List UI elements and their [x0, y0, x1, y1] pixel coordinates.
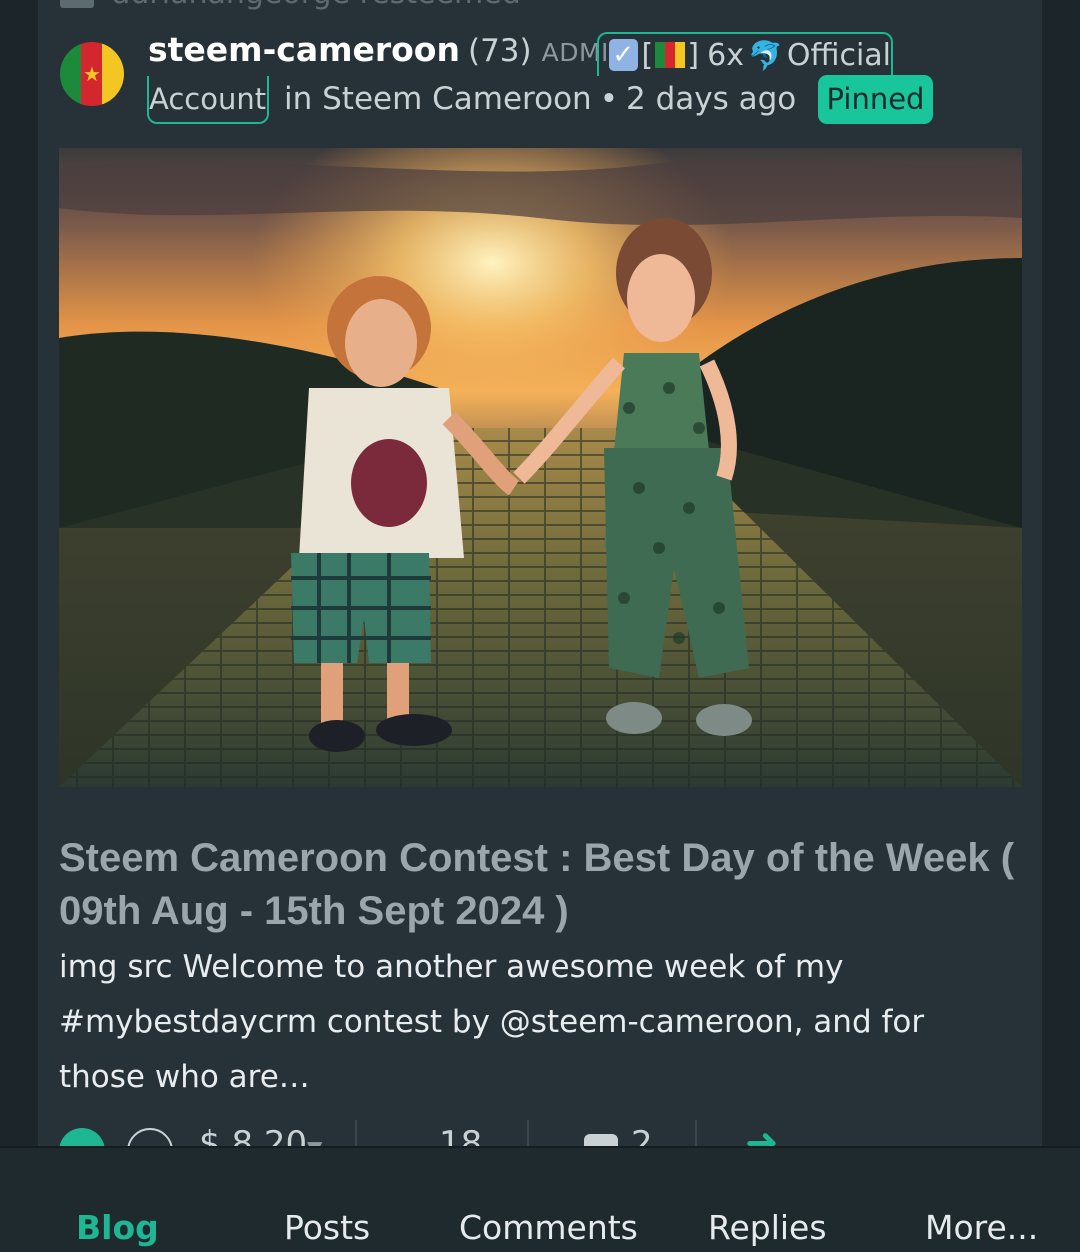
post-time[interactable]: 2 days ago: [626, 81, 796, 117]
post-meta: in Steem Cameroon • 2 days ago: [284, 76, 796, 122]
reblog-icon: [60, 0, 94, 8]
author-line: steem-cameroon (73) ADMIN: [148, 30, 628, 76]
badge-bracket-close: ]: [687, 37, 700, 73]
community-link[interactable]: in Steem Cameroon: [284, 81, 592, 117]
tab-blog[interactable]: Blog: [76, 1206, 159, 1250]
flag-star-icon: ★: [83, 62, 101, 86]
right-gutter: [1042, 0, 1080, 1252]
badge-account: Account: [149, 82, 267, 116]
children-sunset-image: [59, 148, 1022, 787]
post-title[interactable]: Steem Cameroon Contest : Best Day of the…: [59, 832, 1034, 938]
cameroon-flag-icon: [655, 42, 686, 68]
author-title-badge-continued: Account: [147, 76, 269, 124]
profile-tab-bar: Blog Posts Comments Replies More...: [0, 1146, 1080, 1252]
pinned-badge: Pinned: [818, 75, 933, 124]
left-gutter: [0, 0, 38, 1252]
author-title-badge: ✓ [ ] 6x 🐬 Official: [597, 32, 893, 76]
badge-count: 6x: [707, 37, 744, 73]
badge-official: Official: [786, 37, 891, 73]
author-avatar[interactable]: ★: [60, 42, 124, 106]
meta-separator: •: [599, 81, 618, 117]
tab-more[interactable]: More...: [925, 1206, 1038, 1250]
check-icon: ✓: [609, 39, 638, 71]
post-thumbnail[interactable]: [59, 148, 1022, 787]
author-name[interactable]: steem-cameroon: [148, 30, 460, 69]
tab-posts[interactable]: Posts: [284, 1206, 370, 1250]
post-excerpt[interactable]: img src Welcome to another awesome week …: [59, 940, 1019, 1105]
author-reputation: (73): [467, 33, 532, 69]
reblog-text: adrianangeorge resteemed: [112, 0, 521, 11]
reblog-indicator: adrianangeorge resteemed: [60, 0, 521, 11]
dolphin-icon: 🐬: [747, 38, 783, 72]
badge-bracket-open: [: [641, 37, 654, 73]
tab-comments[interactable]: Comments: [459, 1206, 638, 1250]
tab-replies[interactable]: Replies: [708, 1206, 827, 1250]
